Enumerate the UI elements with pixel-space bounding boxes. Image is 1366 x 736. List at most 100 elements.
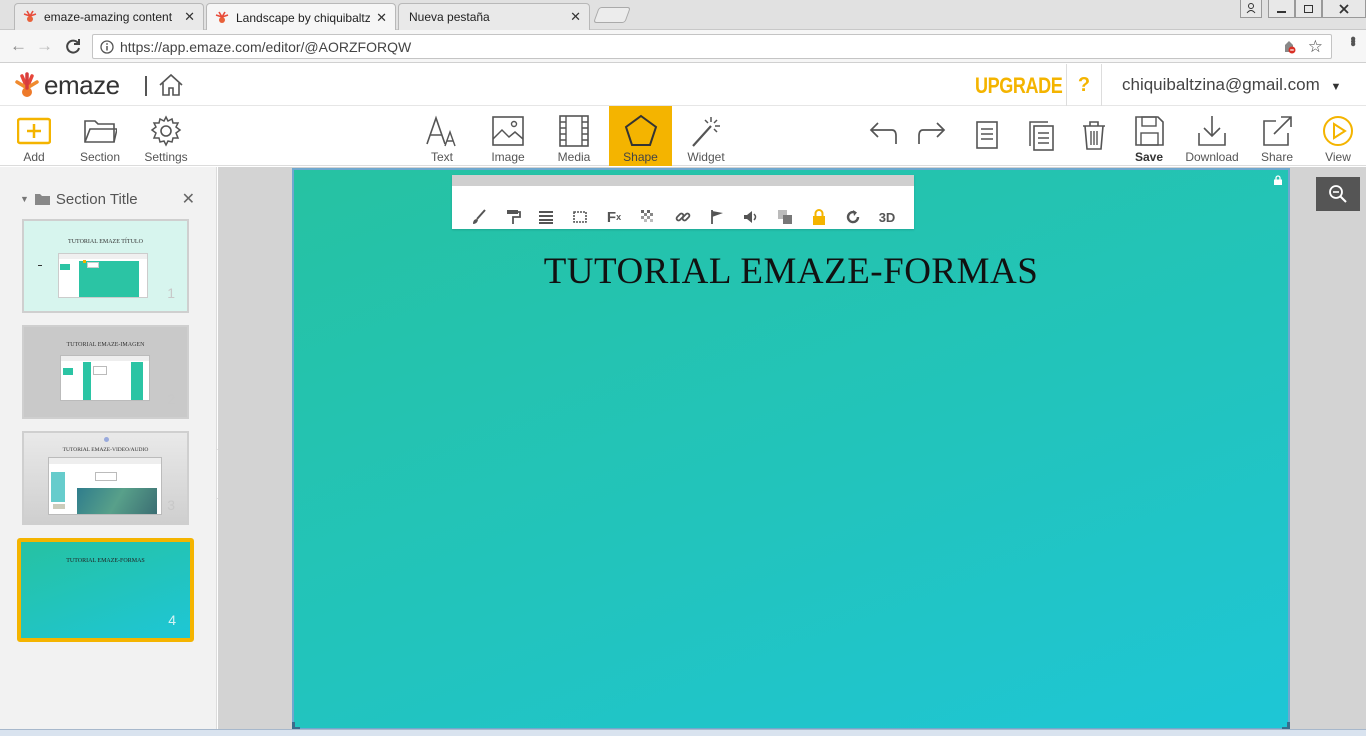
image-tool-button[interactable]: Image <box>476 106 540 166</box>
thumbnail-screenshot <box>60 355 150 401</box>
chevron-down-icon: ▼ <box>1330 81 1342 93</box>
pentagon-icon <box>624 114 657 146</box>
slide-thumbnail[interactable]: TUTORIAL EMAZE-VIDEO/AUDIO 3 <box>22 431 189 525</box>
media-tool-button[interactable]: Media <box>542 106 606 166</box>
film-icon <box>559 115 589 147</box>
address-bar: ← → https://app.emaze.com/editor/@AORZFO… <box>0 30 1366 63</box>
os-taskbar <box>0 729 1366 736</box>
slide-title[interactable]: TUTORIAL EMAZE-FORMAS <box>292 250 1290 293</box>
trash-icon <box>1083 121 1105 150</box>
lines-icon[interactable] <box>535 206 557 228</box>
section-header[interactable]: ▼ Section Title ✕ <box>20 189 195 209</box>
info-icon[interactable] <box>100 39 114 54</box>
reload-icon[interactable] <box>64 38 82 56</box>
slide-thumbnail-title: TUTORIAL EMAZE-IMAGEN <box>66 342 145 348</box>
flag-icon[interactable] <box>706 206 728 228</box>
widget-tool-button[interactable]: Widget <box>674 106 738 166</box>
close-section-icon[interactable]: ✕ <box>182 189 195 209</box>
caret-down-icon[interactable]: ▼ <box>20 194 29 204</box>
slide-thumbnail-title: TUTORIAL EMAZE-VIDEO/AUDIO <box>62 447 149 453</box>
paint-roller-icon[interactable] <box>502 206 524 228</box>
home-icon[interactable] <box>158 73 184 97</box>
section-button[interactable]: Section <box>68 106 132 166</box>
user-email: chiquibaltzina@gmail.com <box>1122 75 1320 94</box>
link-icon[interactable] <box>672 206 694 228</box>
brush-icon[interactable] <box>468 206 490 228</box>
emaze-favicon-icon <box>215 11 229 23</box>
download-button[interactable]: Download <box>1180 106 1244 166</box>
forward-icon[interactable]: → <box>36 36 53 56</box>
section-title: Section Title <box>55 190 138 208</box>
gear-icon <box>150 115 182 147</box>
border-icon[interactable] <box>569 206 591 228</box>
back-icon[interactable]: ← <box>10 36 27 56</box>
close-tab-icon[interactable]: ✕ <box>570 9 581 25</box>
folder-icon <box>84 120 117 143</box>
restore-icon[interactable] <box>1295 0 1322 18</box>
text-tool-button[interactable]: Text <box>410 106 474 166</box>
browser-menu-icon[interactable]: ••• <box>1343 36 1361 44</box>
browser-tab-bar: emaze-amazing content ✕ Landscape by chi… <box>0 0 1366 31</box>
sound-icon[interactable] <box>740 206 762 228</box>
blocked-content-icon[interactable] <box>1282 40 1296 54</box>
shape-toolbar: Fx 3D <box>452 175 914 229</box>
save-button[interactable]: Save <box>1117 106 1181 166</box>
browser-tab[interactable]: emaze-amazing content ✕ <box>14 3 204 30</box>
slide-thumbnail[interactable]: TUTORIAL EMAZE TÍTULO 1 <box>22 219 189 313</box>
image-icon <box>492 116 524 146</box>
add-icon <box>17 117 51 145</box>
duplicate-icon <box>1029 121 1054 151</box>
save-icon <box>1135 116 1164 146</box>
header-divider <box>145 76 147 96</box>
user-profile-icon[interactable] <box>1240 0 1262 18</box>
effects-icon[interactable]: Fx <box>603 206 625 228</box>
layers-icon[interactable] <box>774 206 796 228</box>
tab-title: Nueva pestaña <box>409 10 490 24</box>
add-button[interactable]: Add <box>2 106 66 166</box>
tab-title: Landscape by chiquibaltz <box>236 10 371 25</box>
settings-button[interactable]: Settings <box>134 106 198 166</box>
slide-thumbnail[interactable]: TUTORIAL EMAZE-IMAGEN 2 <box>22 325 189 419</box>
view-button[interactable]: View <box>1306 106 1366 166</box>
browser-tab[interactable]: Nueva pestaña ✕ <box>398 3 590 30</box>
slide-number: 3 <box>167 497 175 513</box>
slide-number: 1 <box>167 285 175 301</box>
slide-thumbnail-title: TUTORIAL EMAZE-FORMAS <box>66 558 145 564</box>
browser-tab-active[interactable]: Landscape by chiquibaltz ✕ <box>206 3 396 31</box>
close-tab-icon[interactable]: ✕ <box>184 9 195 25</box>
zoom-out-icon <box>1329 185 1347 203</box>
close-tab-icon[interactable]: ✕ <box>376 10 387 26</box>
slides-panel: ▼ Section Title ✕ TUTORIAL EMAZE TÍTULO … <box>0 167 217 736</box>
thumbnail-mark <box>38 265 42 266</box>
notes-icon <box>976 121 998 149</box>
help-button[interactable]: ? <box>1066 64 1102 106</box>
lock-icon[interactable] <box>1273 175 1283 185</box>
close-window-icon[interactable] <box>1322 0 1366 18</box>
share-button[interactable]: Share <box>1245 106 1309 166</box>
folder-icon <box>34 194 50 205</box>
url-text: https://app.emaze.com/editor/@AORZFORQW <box>120 38 412 55</box>
user-account-menu[interactable]: chiquibaltzina@gmail.com ▼ <box>1122 75 1341 95</box>
emaze-logo[interactable]: emaze <box>14 70 120 101</box>
transparency-icon[interactable] <box>637 206 659 228</box>
text-icon <box>426 115 456 147</box>
slide-thumbnail-selected[interactable]: TUTORIAL EMAZE-FORMAS 4 <box>17 538 194 642</box>
shape-tool-button[interactable]: Shape <box>609 106 672 166</box>
play-icon <box>1323 116 1353 146</box>
thumbnail-mark <box>104 437 109 442</box>
new-tab-button[interactable] <box>593 7 631 23</box>
slide-thumbnail-title: TUTORIAL EMAZE TÍTULO <box>68 239 143 245</box>
minimize-icon[interactable] <box>1268 0 1295 18</box>
3d-button[interactable]: 3D <box>876 206 898 228</box>
zoom-out-button[interactable] <box>1316 177 1360 211</box>
download-icon <box>1198 116 1226 146</box>
magic-wand-icon <box>692 117 720 147</box>
slide-number: 2 <box>167 391 175 407</box>
undo-icon <box>869 122 897 144</box>
app-header: emaze UPGRADE ? chiquibaltzina@gmail.com… <box>0 64 1366 106</box>
upgrade-button[interactable]: UPGRADE <box>975 73 1063 99</box>
bookmark-star-icon[interactable]: ☆ <box>1308 37 1323 57</box>
rotate-icon[interactable] <box>842 206 864 228</box>
url-field[interactable]: https://app.emaze.com/editor/@AORZFORQW … <box>92 34 1332 59</box>
lock-icon[interactable] <box>808 206 830 228</box>
